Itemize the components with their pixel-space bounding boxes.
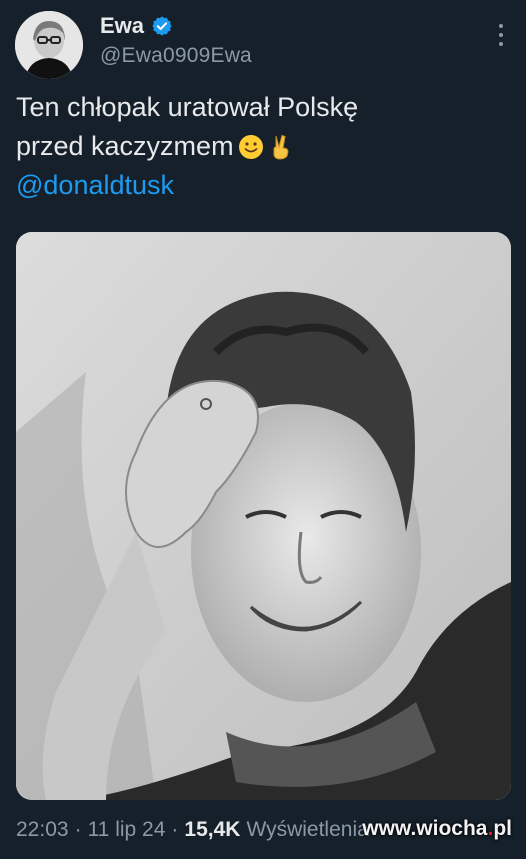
more-options-icon[interactable] [498, 24, 504, 46]
author-name-row[interactable]: Ewa [100, 13, 173, 39]
author-name[interactable]: Ewa [100, 13, 144, 39]
victory-hand-icon [273, 134, 289, 160]
watermark-prefix: www.wiocha [362, 817, 488, 840]
verified-badge-icon [152, 16, 172, 36]
tweet: Ewa @Ewa0909Ewa Ten chłopak uratował Pol… [0, 0, 526, 859]
tweet-photo[interactable] [16, 232, 511, 800]
tweet-text-line-1: Ten chłopak uratował Polskę [16, 92, 359, 122]
tweet-text-line-2-words: przed kaczyzmem [16, 131, 234, 161]
slightly-smiling-face-icon [238, 135, 263, 159]
tweet-date[interactable]: 11 lip 24 [88, 818, 166, 842]
watermark-suffix: pl [493, 817, 512, 840]
meta-separator: · [74, 818, 82, 841]
meta-separator: · [171, 818, 179, 841]
tweet-text: Ten chłopak uratował Polskę przed kaczyz… [16, 88, 506, 205]
author-handle[interactable]: @Ewa0909Ewa [100, 44, 252, 68]
photo-image [16, 232, 511, 800]
tweet-meta: 22:03 · 11 lip 24 · 15,4K Wyświetlenia [16, 818, 369, 842]
avatar[interactable] [15, 11, 83, 79]
watermark: www.wiocha.pl [362, 817, 512, 841]
views-label: Wyświetlenia [246, 818, 369, 841]
tweet-time[interactable]: 22:03 [16, 818, 69, 842]
avatar-image [15, 11, 83, 79]
mention-link[interactable]: @donaldtusk [16, 166, 506, 205]
tweet-text-line-2: przed kaczyzmem [16, 127, 506, 166]
views-count: 15,4K [184, 818, 241, 841]
